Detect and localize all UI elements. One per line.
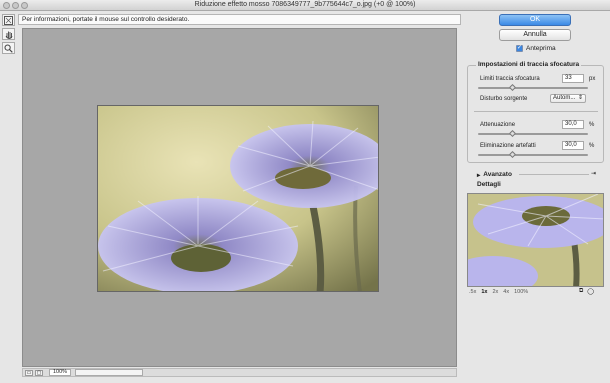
cancel-button[interactable]: Annulla <box>499 29 571 41</box>
group-divider <box>474 111 598 112</box>
settings-panel: OK Annulla ✓ Anteprima Impostazioni di t… <box>463 12 608 382</box>
preview-label: Anteprima <box>526 45 556 52</box>
zoom-level-field[interactable]: 100% <box>49 369 71 376</box>
zoom-option[interactable]: 2x <box>492 289 498 295</box>
smoothing-slider[interactable] <box>478 133 588 135</box>
blur-trace-limit-unit: px <box>589 76 596 82</box>
artifact-suppression-slider[interactable] <box>478 154 588 156</box>
preview-checkbox[interactable]: ✓ <box>516 45 523 52</box>
zoom-icon[interactable] <box>2 42 15 54</box>
preview-toggle[interactable]: ✓ Anteprima <box>516 45 556 52</box>
smoothing-unit: % <box>589 122 595 128</box>
advanced-divider <box>519 174 589 175</box>
smoothing-slider-thumb[interactable] <box>508 129 517 138</box>
advanced-toggle[interactable]: ▸ Avanzato <box>477 171 512 179</box>
zoom-option[interactable]: 4x <box>503 289 509 295</box>
title-bar: Riduzione effetto mosso 7086349777_9b775… <box>0 0 610 11</box>
disclosure-triangle-icon: ▸ <box>477 172 481 179</box>
zoom-option-active[interactable]: 1x <box>481 289 487 295</box>
preview-canvas[interactable] <box>22 28 457 367</box>
loupe-position-icon[interactable]: ◯ <box>587 288 594 295</box>
source-noise-dropdown[interactable]: Autom... ⇕ <box>550 94 586 103</box>
artifact-suppression-input[interactable]: 30,0 <box>562 141 584 150</box>
zoom-option[interactable]: 100% <box>514 289 528 295</box>
details-zoom-options: .5x 1x 2x 4x 100% <box>469 289 528 295</box>
blur-trace-limit-slider[interactable] <box>478 87 588 89</box>
horizontal-scrollbar[interactable] <box>75 369 143 376</box>
trace-blur-tool-icon[interactable] <box>2 14 15 26</box>
details-actions: ⧉ ◯ <box>579 288 594 295</box>
group-title: Impostazioni di traccia sfocatura <box>476 61 582 68</box>
blur-trace-limit-slider-thumb[interactable] <box>508 83 517 92</box>
artifact-suppression-label: Eliminazione artefatti <box>480 143 536 149</box>
blur-trace-settings-group: Impostazioni di traccia sfocatura Limiti… <box>467 61 604 163</box>
artifact-suppression-slider-thumb[interactable] <box>508 150 517 159</box>
advanced-label: Avanzato <box>483 171 512 178</box>
details-title: Dettagli <box>477 181 501 188</box>
blur-trace-limit-label: Limiti traccia sfocatura <box>480 76 540 82</box>
hand-icon[interactable] <box>2 28 15 40</box>
window-title: Riduzione effetto mosso 7086349777_9b775… <box>194 1 416 8</box>
source-noise-value: Autom... <box>553 95 576 101</box>
blur-trace-limit-input[interactable]: 33 <box>562 74 584 83</box>
tool-strip <box>2 14 16 58</box>
panel-options-icon[interactable]: ⇥ <box>591 170 596 177</box>
source-noise-label: Disturbo sorgente <box>480 96 528 102</box>
details-loupe[interactable] <box>467 193 604 287</box>
info-bar: Per informazioni, portate il mouse sul c… <box>18 14 461 25</box>
fit-view-icon[interactable]: ▭ <box>25 369 33 376</box>
preview-photo <box>97 105 379 292</box>
chevron-updown-icon: ⇕ <box>577 95 583 101</box>
actual-size-icon[interactable]: ▢ <box>35 369 43 376</box>
smoothing-input[interactable]: 30,0 <box>562 120 584 129</box>
smoothing-label: Attenuazione <box>480 122 516 128</box>
status-bar: ▭ ▢ 100% <box>22 368 457 377</box>
artifact-suppression-unit: % <box>589 143 595 149</box>
ok-button[interactable]: OK <box>499 14 571 26</box>
undock-loupe-icon[interactable]: ⧉ <box>579 288 583 295</box>
zoom-option[interactable]: .5x <box>469 289 476 295</box>
